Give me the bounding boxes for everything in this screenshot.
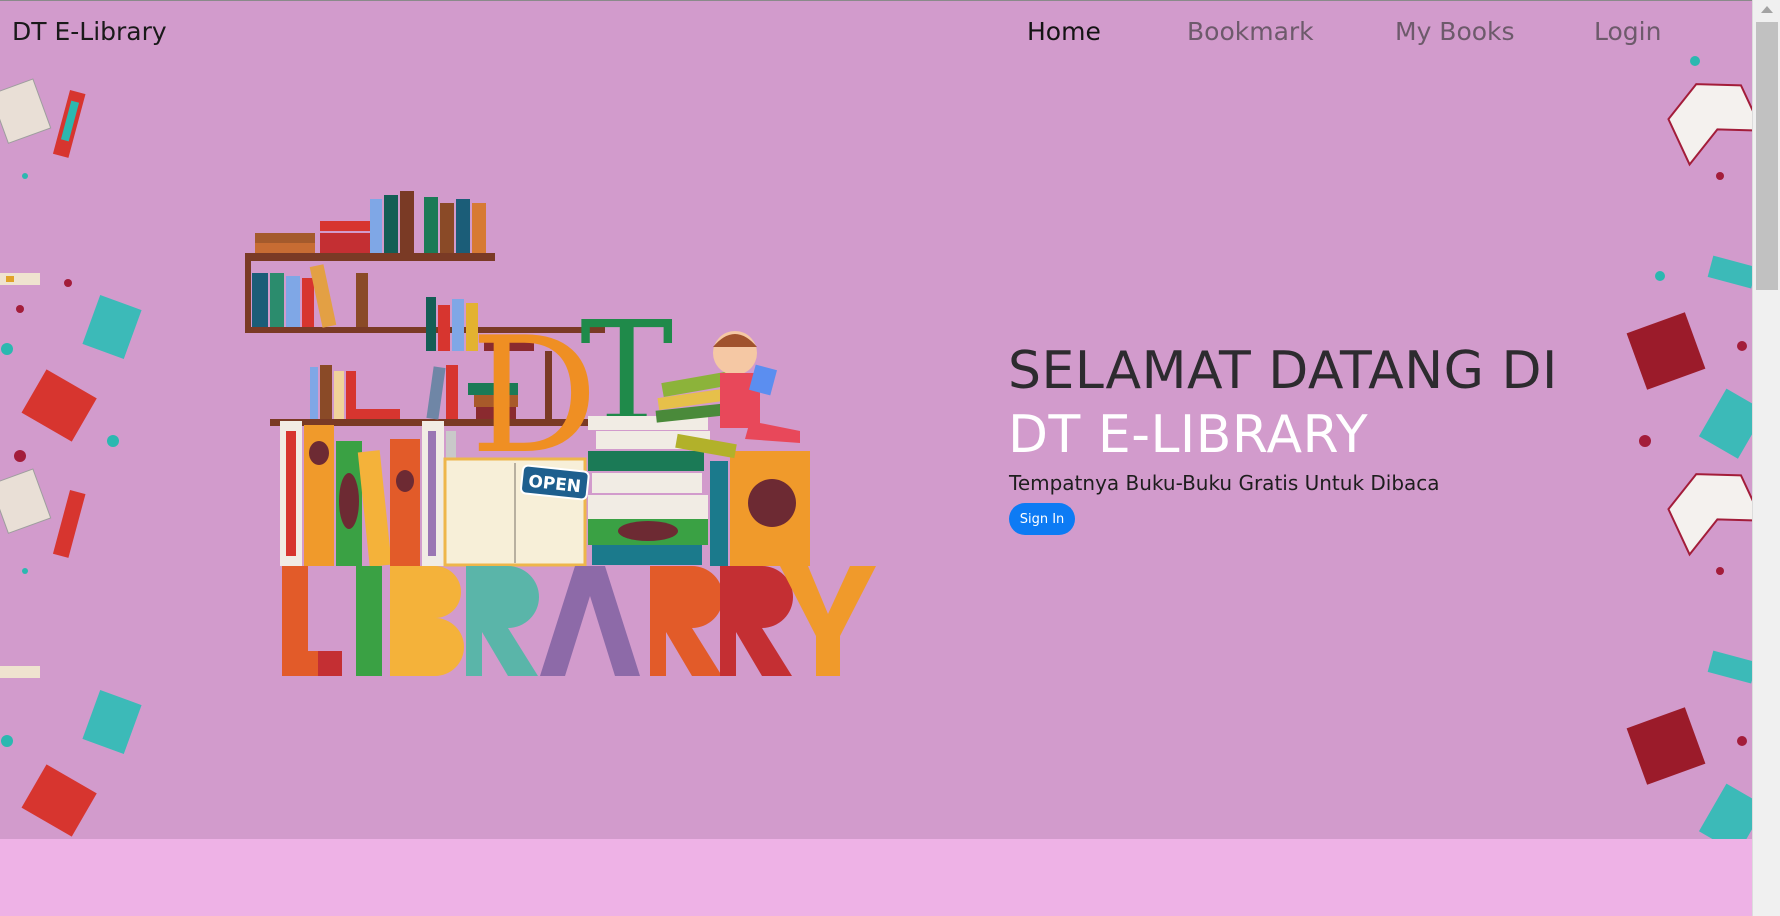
hero-title-line1: SELAMAT DATANG DI: [1008, 341, 1558, 401]
logo-letter-t: T: [580, 292, 673, 455]
hero-section: DT E-Library Home Bookmark My Books Logi…: [0, 0, 1752, 839]
library-illustration: D T OPEN: [245, 191, 876, 676]
scrollbar-thumb[interactable]: [1756, 22, 1778, 290]
hero-title: SELAMAT DATANG DI DT E-LIBRARY: [1008, 339, 1558, 467]
scroll-up-arrow-icon[interactable]: [1761, 6, 1773, 13]
brand-link[interactable]: DT E-Library: [12, 17, 167, 46]
hero-subtitle: Tempatnya Buku-Buku Gratis Untuk Dibaca: [1009, 471, 1440, 495]
vertical-scrollbar[interactable]: [1752, 0, 1780, 916]
nav-login[interactable]: Login: [1594, 17, 1661, 46]
nav-home[interactable]: Home: [1027, 17, 1101, 46]
open-sign: OPEN: [520, 464, 590, 501]
logo-word-library: [282, 566, 876, 676]
decorative-books-right: [1626, 56, 1752, 839]
navbar: DT E-Library Home Bookmark My Books Logi…: [0, 1, 1752, 63]
decorative-books-left: [0, 78, 142, 837]
nav-bookmark[interactable]: Bookmark: [1187, 17, 1314, 46]
sign-in-button[interactable]: Sign In: [1009, 503, 1075, 535]
hero-title-line2: DT E-LIBRARY: [1008, 405, 1369, 465]
nav-my-books[interactable]: My Books: [1395, 17, 1515, 46]
